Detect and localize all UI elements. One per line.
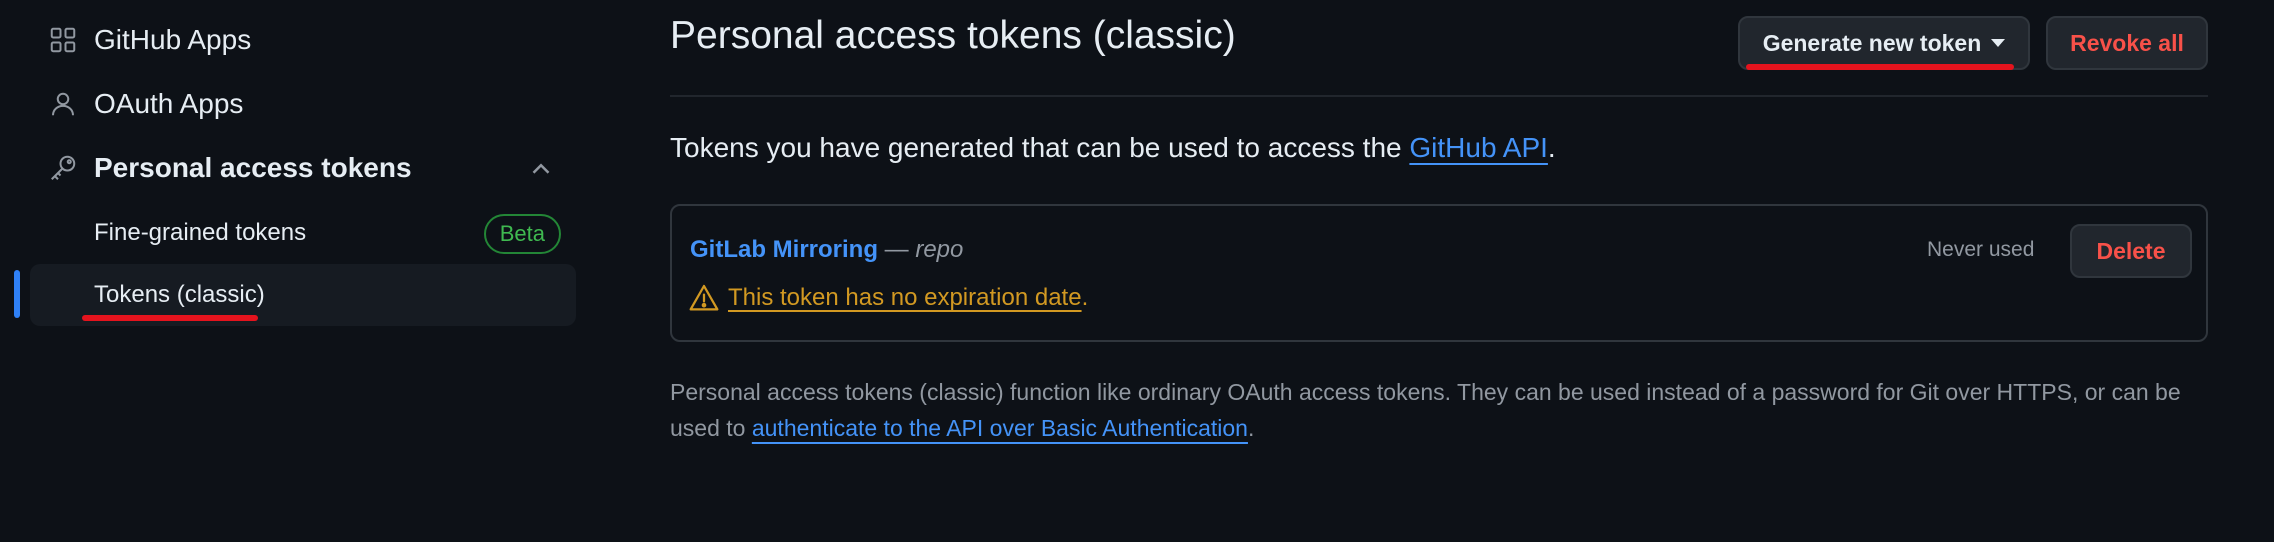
token-last-used: Never used (1927, 238, 2035, 261)
basic-auth-link[interactable]: authenticate to the API over Basic Authe… (752, 415, 1248, 441)
sidebar-item-personal-access-tokens[interactable]: Personal access tokens (30, 140, 576, 196)
intro-text: Tokens you have generated that can be us… (670, 132, 1556, 164)
beta-badge: Beta (483, 214, 561, 254)
divider (670, 95, 2208, 97)
active-indicator (14, 270, 20, 318)
intro-text-end: . (1547, 132, 1556, 163)
sidebar-item-oauth-apps[interactable]: OAuth Apps (30, 76, 576, 132)
caret-down-icon (1991, 39, 2006, 47)
help-text: Personal access tokens (classic) functio… (670, 374, 2210, 446)
sidebar-item-label: Tokens (classic) (94, 281, 265, 308)
sidebar-item-label: GitHub Apps (94, 24, 252, 55)
main-content: Personal access tokens (classic) Generat… (670, 0, 2210, 542)
page-title: Personal access tokens (classic) (670, 14, 1236, 57)
expiration-warning-link[interactable]: This token has no expiration date (728, 284, 1082, 312)
revoke-all-button[interactable]: Revoke all (2046, 16, 2208, 70)
alert-icon (689, 284, 719, 311)
sidebar-item-fine-grained-tokens[interactable]: Fine-grained tokens Beta (30, 202, 576, 264)
developer-settings-sidebar: GitHub Apps OAuth Apps Personal access t… (0, 0, 590, 542)
sidebar-item-label: OAuth Apps (94, 88, 244, 119)
chevron-up-icon[interactable] (526, 154, 556, 184)
sidebar-item-label: Fine-grained tokens (94, 219, 307, 246)
token-title: GitLab Mirroring — repo (690, 236, 963, 264)
annotation-underline (82, 315, 258, 321)
generate-new-token-button[interactable]: Generate new token (1738, 16, 2030, 70)
help-text-end: . (1247, 415, 1255, 441)
settings-page: GitHub Apps OAuth Apps Personal access t… (0, 0, 2274, 542)
github-api-link[interactable]: GitHub API (1409, 132, 1548, 163)
sidebar-item-label: Personal access tokens (94, 152, 412, 183)
delete-token-button[interactable]: Delete (2070, 224, 2192, 278)
expiration-warning: This token has no expiration date. (688, 282, 1088, 314)
person-icon (46, 87, 80, 121)
warning-end: . (1081, 284, 1089, 311)
token-separator: — (878, 236, 916, 263)
token-list-item: GitLab Mirroring — repo This token has n… (670, 204, 2208, 342)
intro-text-body: Tokens you have generated that can be us… (670, 132, 1410, 163)
key-icon (46, 151, 80, 185)
apps-icon (46, 23, 80, 57)
sidebar-item-github-apps[interactable]: GitHub Apps (30, 12, 576, 68)
annotation-underline (1746, 64, 2014, 70)
token-scope: repo (915, 236, 964, 263)
token-name-link[interactable]: GitLab Mirroring (690, 236, 878, 263)
generate-new-token-label: Generate new token (1762, 29, 1982, 56)
